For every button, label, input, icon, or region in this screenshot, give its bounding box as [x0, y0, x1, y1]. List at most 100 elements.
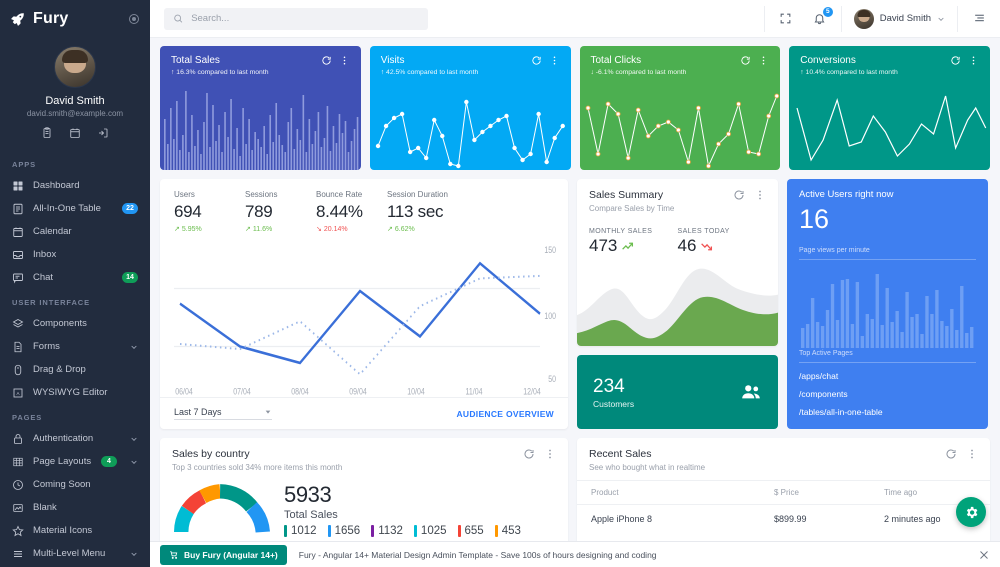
logout-icon[interactable]: [97, 127, 109, 139]
card-subtitle: ↑ 16.3% compared to last month: [171, 69, 269, 76]
more-vertical-icon[interactable]: [754, 189, 766, 201]
sales-legend: 1012 1656 1132 1025 655 453: [284, 525, 554, 537]
refresh-icon[interactable]: [740, 55, 751, 66]
notifications-button[interactable]: 5: [807, 6, 833, 32]
chevron-down-icon: [938, 17, 944, 21]
buy-fury-button[interactable]: Buy Fury (Angular 14+): [160, 544, 287, 565]
main-area: 5 David Smith: [150, 0, 1000, 567]
cell-price: $899.99: [774, 514, 807, 524]
refresh-icon[interactable]: [321, 55, 332, 66]
close-icon[interactable]: [978, 549, 990, 561]
refresh-icon[interactable]: [523, 448, 535, 460]
top-active-pages-label: Top Active Pages: [799, 350, 976, 363]
clipboard-icon[interactable]: [41, 127, 53, 139]
sidebar-profile[interactable]: David Smith david.smith@example.com: [0, 38, 150, 149]
metric-delta: ↗ 11.6%: [245, 225, 273, 234]
sidebar-item-calendar[interactable]: Calendar: [0, 220, 150, 243]
refresh-icon[interactable]: [945, 448, 957, 460]
svg-text:08/04: 08/04: [291, 387, 309, 397]
analytics-footer: Last 7 Days AUDIENCE OVERVIEW: [160, 397, 568, 429]
more-vertical-icon[interactable]: [544, 448, 556, 460]
user-menu[interactable]: David Smith: [850, 8, 949, 29]
sidebar-item-multi-level-menu[interactable]: Multi-Level Menu: [0, 542, 150, 565]
sidebar-item-wysiwyg-editor[interactable]: A WYSIWYG Editor: [0, 381, 150, 404]
kpi-value: 46: [677, 236, 697, 255]
refresh-icon[interactable]: [733, 189, 745, 201]
menu-icon: [14, 550, 22, 557]
sidebar-item-blank[interactable]: Blank: [0, 496, 150, 519]
column-header-product[interactable]: Product: [577, 480, 760, 505]
card-subtitle: Top 3 countries sold 34% more items this…: [172, 463, 343, 472]
more-vertical-icon[interactable]: [339, 55, 350, 66]
card-title: Total Clicks: [590, 55, 642, 66]
more-vertical-icon[interactable]: [966, 448, 978, 460]
card-subtitle: See who bought what in realtime: [589, 463, 706, 472]
sidebar-item-label: Components: [33, 318, 87, 329]
sidebar-item-chat[interactable]: Chat 14: [0, 266, 150, 289]
editor-icon: A: [13, 388, 23, 397]
sidebar-item-material-icons[interactable]: Material Icons: [0, 519, 150, 542]
sidebar-item-forms[interactable]: Forms: [0, 335, 150, 358]
chevron-down-icon: [131, 552, 137, 556]
search-input[interactable]: [191, 13, 419, 24]
chat-icon: [13, 273, 23, 283]
total-sales-bar-chart: [160, 82, 361, 170]
profile-actions: [0, 127, 150, 139]
card-header-text: Visits ↑ 42.5% compared to last month: [381, 55, 531, 76]
stat-card-total-clicks: Total Clicks ↓ -6.1% compared to last mo…: [579, 46, 781, 170]
nav-section-pages: PAGES: [12, 413, 43, 422]
conversions-line-chart: [789, 82, 990, 170]
fullscreen-button[interactable]: [773, 6, 799, 32]
active-page-item[interactable]: /tables/all-in-one-table: [799, 407, 976, 417]
refresh-icon[interactable]: [531, 55, 542, 66]
card-title: Conversions: [800, 55, 856, 66]
chevron-down-icon: [131, 437, 137, 441]
metric-value: 8.44%: [316, 202, 363, 221]
more-vertical-icon[interactable]: [758, 55, 769, 66]
settings-fab[interactable]: [956, 497, 986, 527]
date-range-value: Last 7 Days: [174, 407, 222, 417]
column-header-price[interactable]: $ Price: [760, 480, 870, 505]
card-actions: [531, 55, 560, 66]
card-subtitle-text: 16.3% compared to last month: [176, 69, 269, 76]
sidebar-item-inbox[interactable]: Inbox: [0, 243, 150, 266]
sidebar-item-coming-soon[interactable]: Coming Soon: [0, 473, 150, 496]
layout-grid-icon: [13, 457, 23, 466]
circle-dot-icon[interactable]: [128, 13, 140, 25]
sidebar-item-all-in-one-table[interactable]: All-In-One Table 22: [0, 197, 150, 220]
sidebar-item-label: Dashboard: [33, 180, 80, 191]
avatar: [54, 46, 96, 88]
legend-value: 1132: [378, 525, 403, 537]
chevron-down-icon: [131, 345, 137, 349]
table-row[interactable]: Apple iPhone 8 $899.99 2 minutes ago: [577, 505, 990, 534]
active-page-item[interactable]: /components: [799, 389, 976, 399]
sidebar-item-label: Coming Soon: [33, 479, 91, 490]
page-views-bar-chart: [799, 264, 976, 348]
refresh-icon[interactable]: [950, 55, 961, 66]
active-page-item[interactable]: /apps/chat: [799, 371, 976, 381]
sidebar-item-label: Multi-Level Menu: [33, 548, 106, 559]
svg-text:100: 100: [544, 311, 556, 321]
quickpanel-button[interactable]: [966, 6, 992, 32]
audience-line-chart: 150 100 50 06/04 07/04 08/04 09/04 10/04…: [160, 233, 568, 397]
sidebar-item-page-layouts[interactable]: Page Layouts 4: [0, 450, 150, 473]
kpi-monthly-sales: MONTHLY SALES 473: [589, 228, 678, 256]
calendar-icon[interactable]: [69, 127, 81, 139]
svg-text:50: 50: [548, 374, 556, 384]
card-actions: [950, 55, 979, 66]
search-box[interactable]: [164, 7, 428, 30]
sidebar-item-label: WYSIWYG Editor: [33, 387, 108, 398]
legend-item: 1656: [327, 525, 360, 537]
sidebar-item-authentication[interactable]: Authentication: [0, 427, 150, 450]
sidebar-item-drag-drop[interactable]: Drag & Drop: [0, 358, 150, 381]
sidebar-item-dashboard[interactable]: Dashboard: [0, 174, 150, 197]
more-vertical-icon[interactable]: [549, 55, 560, 66]
more-vertical-icon[interactable]: [968, 55, 979, 66]
table-header-row: Product $ Price Time ago: [577, 480, 990, 505]
card-subtitle: ↓ -6.1% compared to last month: [590, 69, 687, 76]
audience-overview-link[interactable]: AUDIENCE OVERVIEW: [456, 409, 554, 419]
image-icon: [13, 503, 23, 512]
sidebar-item-components[interactable]: Components: [0, 312, 150, 335]
brand[interactable]: Fury: [0, 0, 150, 38]
date-range-select[interactable]: Last 7 Days: [174, 407, 272, 420]
